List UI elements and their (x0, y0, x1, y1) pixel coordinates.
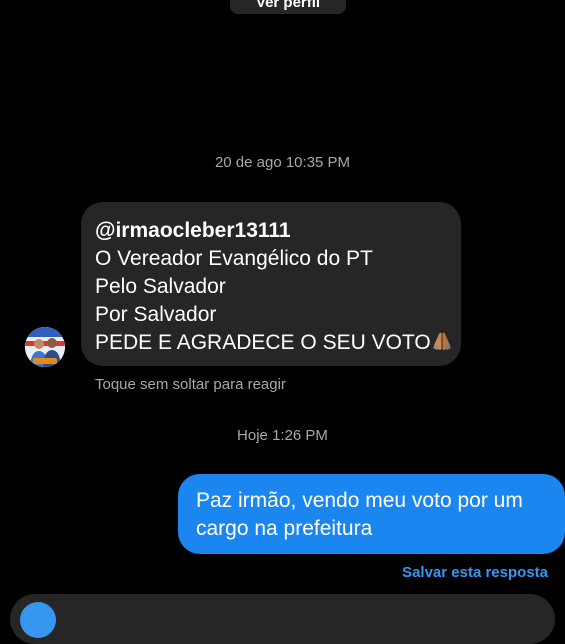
message-line: Pelo Salvador (95, 275, 226, 298)
camera-icon[interactable] (20, 602, 56, 638)
message-line-last: PEDE E AGRADECE O SEU VOTO (95, 329, 451, 357)
message-line: O Vereador Evangélico do PT (95, 247, 373, 270)
avatar[interactable] (25, 327, 65, 367)
avatar-photo (25, 327, 65, 367)
reaction-hint: Toque sem soltar para reagir (95, 376, 286, 393)
incoming-message-bubble[interactable]: @irmaocleber13111 O Vereador Evangélico … (81, 202, 461, 366)
message-line: cargo na prefeitura (196, 517, 373, 540)
message-line-text: PEDE E AGRADECE O SEU VOTO (95, 331, 431, 354)
timestamp: 20 de ago 10:35 PM (214, 154, 351, 171)
message-composer[interactable] (10, 594, 555, 644)
message-line-handle: @irmaocleber13111 (95, 219, 291, 242)
outgoing-message-bubble[interactable]: Paz irmão, vendo meu voto por um cargo n… (178, 474, 565, 554)
view-profile-button[interactable]: Ver perfil (230, 0, 346, 14)
message-line: Paz irmão, vendo meu voto por um (196, 489, 523, 512)
timestamp: Hoje 1:26 PM (237, 427, 328, 444)
save-reply-link[interactable]: Salvar esta resposta (402, 564, 548, 581)
message-line: Por Salvador (95, 303, 217, 326)
folded-hands-emoji (431, 331, 453, 351)
